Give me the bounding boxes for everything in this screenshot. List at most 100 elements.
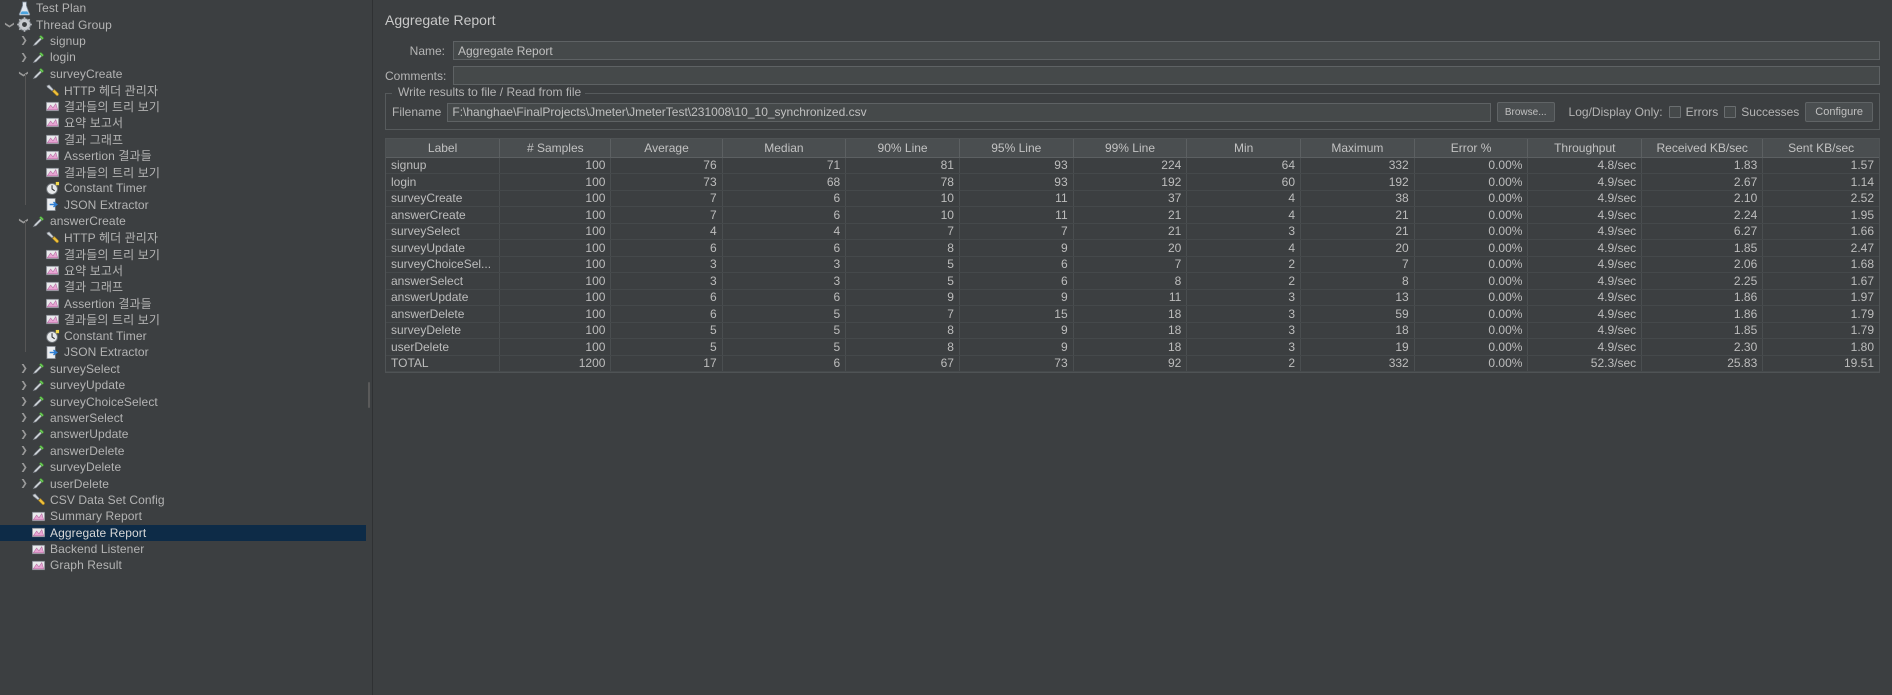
browse-button[interactable]: Browse... <box>1496 102 1555 122</box>
table-cell-label: login <box>386 173 501 191</box>
chevron-right-icon[interactable]: ❯ <box>18 378 30 392</box>
table-row[interactable]: userDelete 100 5 5 8 9 18 3 19 0.00% 4.9/sec 2.30 1.… <box>386 338 1879 356</box>
tree-item-surveyupdate[interactable]: ❯ surveyUpdate <box>0 377 366 393</box>
tree-item-answerupdate[interactable]: ❯ answerUpdate <box>0 426 366 442</box>
table-row[interactable]: answerUpdate 100 6 6 9 9 11 3 13 0.00% 4.9/sec 1.86… <box>386 289 1879 306</box>
chevron-down-icon[interactable]: ❯ <box>17 68 31 80</box>
tree-item-요약-보고서[interactable]: 요약 보고서 <box>0 262 366 278</box>
tree-item-요약-보고서[interactable]: 요약 보고서 <box>0 115 366 131</box>
table-column-header[interactable]: Median <box>722 139 847 158</box>
table-column-header[interactable]: Throughput <box>1527 139 1643 158</box>
chevron-right-icon[interactable]: ❯ <box>18 411 30 425</box>
tree-item-assertion-결과들[interactable]: Assertion 결과들 <box>0 295 366 311</box>
table-row[interactable]: surveyCreate 100 7 6 10 11 37 4 38 0.00% 4.9/sec 2.… <box>386 190 1879 207</box>
tree-item-assertion-결과들[interactable]: Assertion 결과들 <box>0 148 366 164</box>
aggregate-results-table[interactable]: Label # Samples Average Median 90% Line 95% L… <box>386 139 1879 372</box>
table-column-header[interactable]: Sent KB/sec <box>1762 139 1879 158</box>
table-row[interactable]: answerDelete 100 6 5 7 15 18 3 59 0.00% 4.9/sec 1.8… <box>386 305 1879 323</box>
table-column-header[interactable]: Min <box>1186 139 1302 158</box>
chevron-right-icon[interactable]: ❯ <box>18 362 30 376</box>
chevron-right-icon[interactable]: ❯ <box>18 50 30 64</box>
tree-item-http-헤더-관리자[interactable]: HTTP 헤더 관리자 <box>0 82 366 98</box>
table-column-header[interactable]: # Samples <box>499 139 612 158</box>
comments-label: Comments: <box>385 68 447 83</box>
test-plan-tree[interactable]: Test Plan ❯ Thread Group ❯ signup ❯ login ❯ surv… <box>0 0 366 695</box>
successes-checkbox-group[interactable]: Successes <box>1724 105 1799 119</box>
tree-item-login[interactable]: ❯ login <box>0 49 366 65</box>
chevron-right-icon[interactable]: ❯ <box>18 427 30 441</box>
tree-item-surveychoiceselect[interactable]: ❯ surveyChoiceSelect <box>0 393 366 409</box>
chevron-right-icon[interactable]: ❯ <box>18 460 30 474</box>
table-column-header[interactable]: 90% Line <box>845 139 960 158</box>
chevron-right-icon[interactable]: ❯ <box>18 395 30 409</box>
table-row[interactable]: surveySelect 100 4 4 7 7 21 3 21 0.00% 4.9/sec 6.27… <box>386 223 1879 240</box>
listener-icon <box>44 296 61 311</box>
tree-item-결과들의-트리-보기[interactable]: 결과들의 트리 보기 <box>0 164 366 180</box>
tree-item-answerselect[interactable]: ❯ answerSelect <box>0 410 366 426</box>
table-cell-value: 3 <box>610 272 723 290</box>
table-column-header[interactable]: Received KB/sec <box>1641 139 1764 158</box>
tree-item-surveyselect[interactable]: ❯ surveySelect <box>0 361 366 377</box>
tree-item-signup[interactable]: ❯ signup <box>0 33 366 49</box>
comments-input[interactable] <box>453 66 1880 85</box>
tree-item-thread-group[interactable]: ❯ Thread Group <box>0 16 366 32</box>
tree-item-summary-report[interactable]: Summary Report <box>0 508 366 524</box>
tree-item-surveydelete[interactable]: ❯ surveyDelete <box>0 459 366 475</box>
tree-item-csv-data-set-config[interactable]: CSV Data Set Config <box>0 492 366 508</box>
table-row[interactable]: TOTAL 1200 17 6 67 73 92 2 332 0.00% 52.3/sec 25.83… <box>386 355 1879 372</box>
chevron-down-icon[interactable]: ❯ <box>17 215 31 227</box>
tree-item-constant-timer[interactable]: Constant Timer <box>0 180 366 196</box>
table-cell-value: 2.24 <box>1641 206 1764 224</box>
errors-checkbox-group[interactable]: Errors <box>1668 105 1718 119</box>
tree-item-answercreate[interactable]: ❯ answerCreate <box>0 213 366 229</box>
tree-item-surveycreate[interactable]: ❯ surveyCreate <box>0 66 366 82</box>
tree-item-결과들의-트리-보기[interactable]: 결과들의 트리 보기 <box>0 246 366 262</box>
tree-item-label: Assertion 결과들 <box>64 296 152 311</box>
tree-item-constant-timer[interactable]: Constant Timer <box>0 328 366 344</box>
tree-item-test-plan[interactable]: Test Plan <box>0 0 366 16</box>
tree-item-json-extractor[interactable]: JSON Extractor <box>0 197 366 213</box>
successes-checkbox[interactable] <box>1724 106 1737 118</box>
tree-item-userdelete[interactable]: ❯ userDelete <box>0 475 366 491</box>
table-column-header[interactable]: Error % <box>1414 139 1529 158</box>
tree-item-결과-그래프[interactable]: 결과 그래프 <box>0 279 366 295</box>
tree-item-label: login <box>50 50 76 65</box>
tree-item-aggregate-report[interactable]: Aggregate Report <box>0 524 366 541</box>
chevron-right-icon[interactable]: ❯ <box>18 444 30 458</box>
splitter-grip[interactable] <box>368 382 370 408</box>
table-row[interactable]: signup 100 76 71 81 93 224 64 332 0.00% 4.8/sec 1.8… <box>386 157 1879 174</box>
table-row[interactable]: answerSelect 100 3 3 5 6 8 2 8 0.00% 4.9/sec 2.25 1.… <box>386 272 1879 290</box>
name-input[interactable] <box>453 41 1880 60</box>
tree-item-graph-result[interactable]: Graph Result <box>0 557 366 573</box>
table-row[interactable]: login 100 73 68 78 93 192 60 192 0.00% 4.9/sec 2.67… <box>386 173 1879 191</box>
table-row[interactable]: surveyChoiceSel... 100 3 3 5 6 7 2 7 0.00% 4.9/sec… <box>386 256 1879 273</box>
table-row[interactable]: surveyDelete 100 5 5 8 9 18 3 18 0.00% 4.9/sec 1.85… <box>386 322 1879 339</box>
table-row[interactable]: surveyUpdate 100 6 6 8 9 20 4 20 0.00% 4.9/sec 1.85… <box>386 239 1879 257</box>
tree-item-backend-listener[interactable]: Backend Listener <box>0 541 366 557</box>
table-cell-value: 15 <box>959 305 1074 323</box>
tree-item-결과들의-트리-보기[interactable]: 결과들의 트리 보기 <box>0 98 366 114</box>
errors-checkbox[interactable] <box>1668 106 1681 118</box>
tree-item-결과-그래프[interactable]: 결과 그래프 <box>0 131 366 147</box>
table-column-header[interactable]: 99% Line <box>1073 139 1188 158</box>
table-cell-value: 0.00% <box>1414 338 1529 356</box>
table-cell-value: 6.27 <box>1641 223 1764 240</box>
chevron-right-icon[interactable]: ❯ <box>18 477 30 491</box>
tree-item-http-헤더-관리자[interactable]: HTTP 헤더 관리자 <box>0 229 366 245</box>
table-column-header[interactable]: Average <box>610 139 723 158</box>
chevron-right-icon[interactable]: ❯ <box>18 34 30 48</box>
tree-item-결과들의-트리-보기[interactable]: 결과들의 트리 보기 <box>0 311 366 327</box>
filename-input[interactable] <box>447 102 1491 122</box>
table-column-header[interactable]: 95% Line <box>959 139 1074 158</box>
table-column-header[interactable]: Label <box>386 139 501 158</box>
table-header-row[interactable]: Label # Samples Average Median 90% Line 95% L… <box>386 139 1879 158</box>
tree-item-json-extractor[interactable]: JSON Extractor <box>0 344 366 360</box>
chevron-down-icon[interactable]: ❯ <box>3 19 17 31</box>
tree-item-answerdelete[interactable]: ❯ answerDelete <box>0 443 366 459</box>
table-row[interactable]: answerCreate 100 7 6 10 11 21 4 21 0.00% 4.9/sec 2.… <box>386 206 1879 224</box>
table-cell-value: 1.68 <box>1762 256 1879 273</box>
table-column-header[interactable]: Maximum <box>1300 139 1415 158</box>
configure-button[interactable]: Configure <box>1805 102 1873 122</box>
